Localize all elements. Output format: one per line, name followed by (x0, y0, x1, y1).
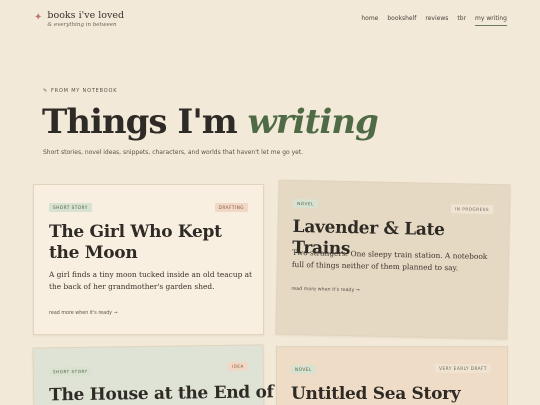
nav-reviews[interactable]: reviews (425, 14, 448, 26)
brand-text: books i've loved & everything in between (47, 10, 124, 29)
main-nav: home bookshelf reviews tbr my writing (361, 14, 507, 26)
brand-tagline: & everything in between (47, 22, 117, 28)
nav-bookshelf[interactable]: bookshelf (387, 14, 416, 26)
card-type-badge: NOVEL (291, 365, 316, 374)
pencil-icon: ✎ (43, 88, 48, 94)
card-title[interactable]: The House at the End of (49, 382, 274, 405)
page-title-accent: writing (247, 102, 379, 142)
card-status-badge: IDEA (227, 361, 248, 371)
card-status-badge: VERY EARLY DRAFT (435, 364, 491, 373)
nav-home[interactable]: home (361, 14, 378, 26)
card-status-badge: IN PROGRESS (450, 204, 494, 215)
page-title: Things I'm writing (42, 98, 379, 146)
page-title-plain: Things I'm (42, 102, 248, 142)
card-status-badge: DRAFTING (214, 203, 248, 212)
card-description: Two strangers. One sleepy train station.… (291, 247, 488, 273)
card-read-more-link[interactable]: read more when it's ready → (291, 287, 360, 293)
brand[interactable]: ✦ books i've loved & everything in betwe… (34, 10, 124, 29)
page-subtitle: Short stories, novel ideas, snippets, ch… (43, 149, 304, 156)
hero-kicker: ✎ FROM MY NOTEBOOK (43, 88, 117, 94)
card-title[interactable]: The Girl Who Kept the Moon (49, 222, 254, 264)
writing-card[interactable]: NOVEL IN PROGRESS Lavender & Late Trains… (275, 179, 511, 340)
writing-card[interactable]: SHORT STORY DRAFTING The Girl Who Kept t… (33, 184, 264, 335)
site-header: ✦ books i've loved & everything in betwe… (0, 0, 540, 40)
brand-title: books i've loved (47, 10, 125, 21)
nav-my-writing[interactable]: my writing (475, 14, 507, 26)
star-icon: ✦ (34, 12, 43, 23)
writing-card[interactable]: NOVEL VERY EARLY DRAFT Untitled Sea Stor… (276, 346, 508, 405)
card-description: A girl finds a tiny moon tucked inside a… (49, 270, 253, 291)
writing-card[interactable]: SHORT STORY IDEA The House at the End of (32, 344, 274, 405)
card-type-badge: SHORT STORY (49, 203, 92, 212)
card-read-more-link[interactable]: read more when it's ready → (49, 311, 118, 316)
card-type-badge: NOVEL (293, 198, 318, 209)
nav-tbr[interactable]: tbr (457, 14, 466, 26)
card-title[interactable]: Untitled Sea Story (291, 384, 501, 405)
card-type-badge: SHORT STORY (48, 366, 92, 377)
hero-kicker-text: FROM MY NOTEBOOK (51, 88, 118, 94)
